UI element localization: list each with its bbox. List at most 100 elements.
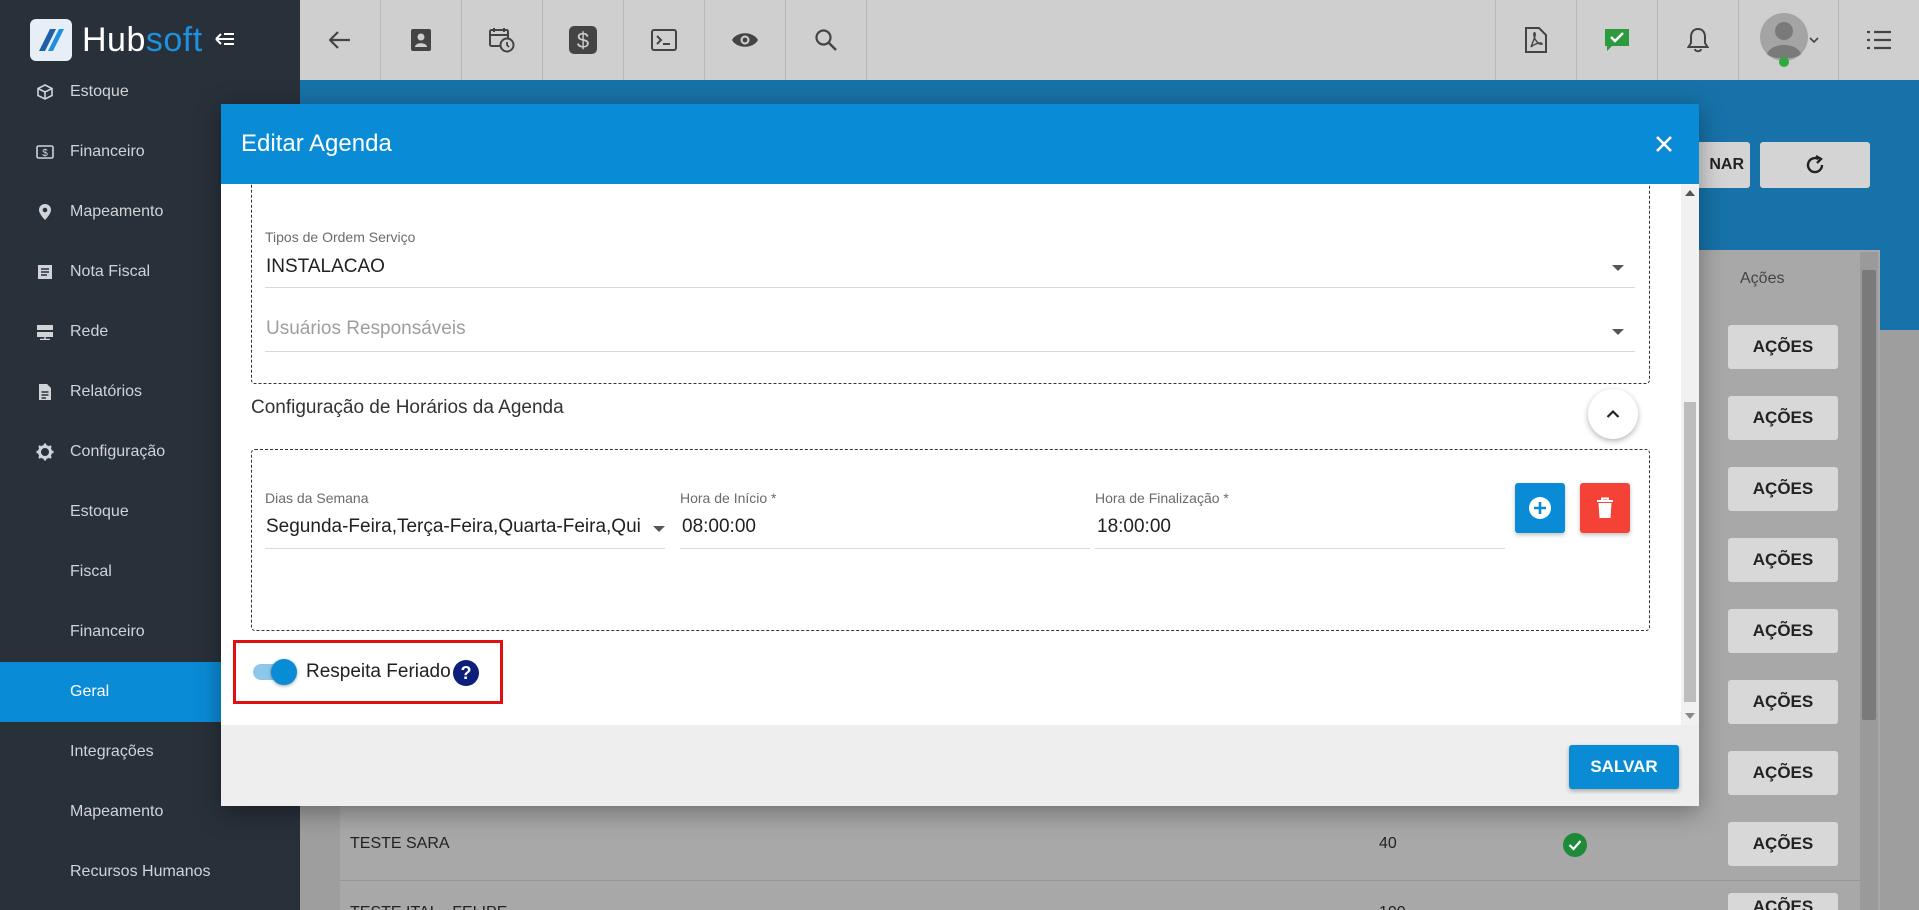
dias-semana-select[interactable]: Segunda-Feira,Terça-Feira,Quarta-Feira,Q… — [266, 516, 641, 538]
row-actions-button[interactable]: AÇÕES — [1728, 893, 1838, 910]
back-button[interactable] — [300, 0, 381, 80]
row-actions-button[interactable]: AÇÕES — [1728, 325, 1838, 369]
respeita-feriado-label: Respeita Feriado — [306, 661, 451, 682]
table-cell-value: 40 — [1379, 835, 1397, 852]
table-scrollbar-thumb[interactable] — [1862, 270, 1876, 720]
modal-header: Editar Agenda — [221, 104, 1699, 184]
add-schedule-button[interactable] — [1515, 483, 1565, 533]
collapse-section-button[interactable] — [1588, 389, 1638, 439]
eye-icon — [732, 33, 758, 47]
field-underline — [265, 548, 665, 549]
row-actions-button[interactable]: AÇÕES — [1728, 680, 1838, 724]
chevron-down-icon[interactable] — [1612, 329, 1624, 335]
delete-schedule-button[interactable] — [1580, 483, 1630, 533]
tipos-ordem-select[interactable]: INSTALACAO — [266, 256, 385, 278]
pdf-icon — [1525, 27, 1547, 53]
topbar-right — [1495, 0, 1919, 80]
table-cell-value: 100 — [1379, 904, 1406, 910]
sidebar-item-label: Mapeamento — [70, 203, 164, 220]
row-actions-button[interactable]: AÇÕES — [1728, 396, 1838, 440]
view-button[interactable] — [705, 0, 786, 80]
schedule-button[interactable] — [462, 0, 543, 80]
box-icon — [30, 84, 60, 100]
hora-finalizacao-label: Hora de Finalização * — [1095, 490, 1229, 506]
close-button[interactable] — [1649, 129, 1679, 159]
row-actions-button[interactable]: AÇÕES — [1728, 467, 1838, 511]
chat-check-icon — [1605, 29, 1629, 51]
modal-scrollbar-thumb[interactable] — [1684, 402, 1696, 702]
contacts-button[interactable] — [381, 0, 462, 80]
section-title: Configuração de Horários da Agenda — [251, 397, 564, 418]
search-icon — [815, 29, 837, 51]
scroll-down-icon[interactable] — [1685, 713, 1695, 719]
list-menu-icon — [1867, 30, 1891, 50]
refresh-icon — [1806, 154, 1824, 174]
terminal-button[interactable] — [624, 0, 705, 80]
main-menu-button[interactable] — [1838, 0, 1919, 80]
table-cell-name: TESTE ITAL - FELIPE — [350, 904, 507, 910]
sidebar-subitem-label: Estoque — [70, 503, 129, 520]
topbar: $ — [300, 0, 1919, 80]
row-actions-button[interactable]: AÇÕES — [1728, 609, 1838, 653]
brand-name: Hubsoft — [82, 21, 203, 60]
chevron-down-icon[interactable] — [653, 526, 665, 532]
schedule-box — [251, 449, 1650, 631]
chevron-down-icon[interactable] — [1612, 265, 1624, 271]
field-underline — [265, 351, 1635, 352]
background-button-nar[interactable]: NAR — [1690, 142, 1750, 188]
sidebar-item-label: Rede — [70, 323, 109, 340]
sidebar-subitem-label: Mapeamento — [70, 803, 164, 820]
back-arrow-icon — [329, 31, 350, 49]
calendar-clock-icon — [489, 28, 515, 53]
edit-agenda-modal: Editar Agenda Tipos de Ordem Serviço INS… — [221, 104, 1699, 806]
hora-inicio-label: Hora de Início * — [680, 490, 777, 506]
sidebar-item-label: Estoque — [70, 83, 129, 100]
hora-inicio-input[interactable]: 08:00:00 — [682, 516, 756, 538]
sidebar-subitem-recursos-humanos[interactable]: Recursos Humanos — [0, 842, 300, 902]
row-actions-button[interactable]: AÇÕES — [1728, 751, 1838, 795]
sidebar-subitem-label: Recursos Humanos — [70, 863, 211, 880]
scroll-up-icon[interactable] — [1685, 190, 1695, 196]
pdf-button[interactable] — [1495, 0, 1576, 80]
search-button[interactable] — [786, 0, 867, 80]
help-icon[interactable]: ? — [453, 660, 479, 686]
field-underline — [1095, 548, 1505, 549]
modal-scrollbar[interactable] — [1681, 184, 1699, 725]
user-menu[interactable] — [1738, 0, 1838, 80]
sidebar-subitem-label: Financeiro — [70, 623, 145, 640]
sidebar-item-label: Relatórios — [70, 383, 143, 400]
usuarios-responsaveis-select[interactable]: Usuários Responsáveis — [266, 318, 466, 340]
report-icon — [30, 383, 60, 401]
refresh-button[interactable] — [1760, 142, 1870, 188]
plus-circle-icon — [1529, 497, 1551, 519]
avatar — [1759, 13, 1808, 67]
chevron-up-icon — [1606, 409, 1620, 418]
modal-body: Tipos de Ordem Serviço INSTALACAO Usuári… — [221, 184, 1699, 725]
modal-footer: SALVAR — [221, 725, 1699, 806]
dollar-icon: $ — [569, 26, 597, 54]
hubsoft-logo-icon — [30, 19, 72, 61]
messages-button[interactable] — [1576, 0, 1657, 80]
gear-icon — [30, 443, 60, 461]
notifications-button[interactable] — [1657, 0, 1738, 80]
sidebar-subitem-label: Fiscal — [70, 563, 112, 580]
service-order-box — [251, 184, 1650, 384]
save-button[interactable]: SALVAR — [1569, 745, 1679, 789]
sidebar-item-label: Nota Fiscal — [70, 263, 151, 280]
respeita-feriado-toggle[interactable] — [251, 658, 297, 685]
sidebar-subitem-label: Geral — [70, 683, 110, 700]
row-actions-button[interactable]: AÇÕES — [1728, 822, 1838, 866]
server-icon — [30, 324, 60, 340]
status-check-icon — [1563, 833, 1587, 857]
brand-name-soft: soft — [145, 20, 203, 59]
map-pin-icon — [30, 203, 60, 221]
collapse-sidebar-icon[interactable] — [214, 27, 235, 53]
field-underline — [265, 287, 1635, 288]
finance-button[interactable]: $ — [543, 0, 624, 80]
row-actions-button[interactable]: AÇÕES — [1728, 538, 1838, 582]
hora-finalizacao-input[interactable]: 18:00:00 — [1097, 516, 1171, 538]
bell-icon — [1687, 27, 1709, 53]
table-cell-name: TESTE SARA — [350, 835, 450, 852]
sidebar-item-label: Configuração — [70, 443, 166, 460]
sidebar-subitem-label: Integrações — [70, 743, 154, 760]
